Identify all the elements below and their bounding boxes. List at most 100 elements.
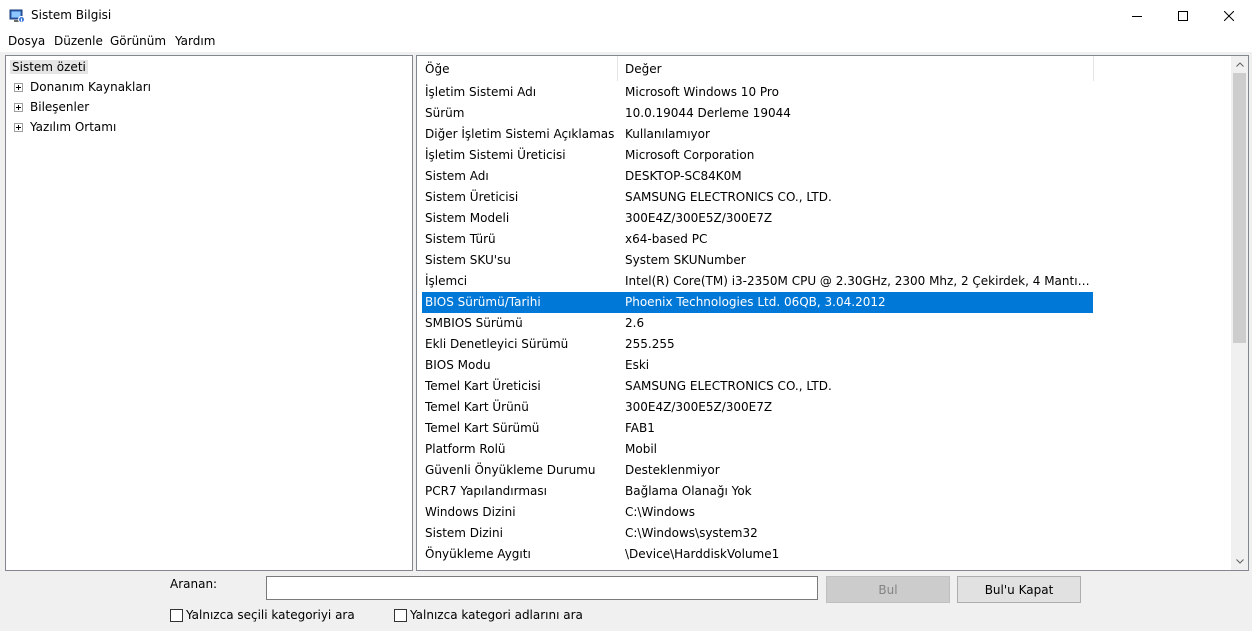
expand-icon[interactable] (14, 103, 23, 112)
row-value-cell: C:\Windows (625, 505, 696, 519)
table-row[interactable]: BIOS Modu Eski (417, 355, 1229, 376)
close-icon (1224, 10, 1234, 21)
row-item-cell: BIOS Modu (425, 358, 491, 372)
tree-item-label: Bileşenler (30, 100, 90, 114)
category-names-only-checkbox[interactable] (394, 609, 407, 622)
menu-file[interactable]: Dosya (8, 34, 45, 48)
menu-edit[interactable]: Düzenle (54, 34, 103, 48)
minimize-button[interactable] (1114, 0, 1160, 31)
search-input[interactable] (266, 576, 818, 600)
selected-category-only-checkbox[interactable] (170, 609, 183, 622)
table-row[interactable]: İşletim Sistemi Adı Microsoft Windows 10 … (417, 82, 1229, 103)
row-item-cell: Sistem Türü (425, 232, 496, 246)
vertical-scrollbar[interactable] (1231, 56, 1248, 570)
selected-category-only-label[interactable]: Yalnızca seçili kategoriyi ara (186, 608, 355, 622)
row-value-cell: Microsoft Corporation (625, 148, 755, 162)
row-value-cell: FAB1 (625, 421, 655, 435)
table-row[interactable]: Temel Kart Ürünü 300E4Z/300E5Z/300E7Z (417, 397, 1229, 418)
table-row[interactable]: Sürüm 10.0.19044 Derleme 19044 (417, 103, 1229, 124)
table-row[interactable]: Windows Dizini C:\Windows (417, 502, 1229, 523)
row-item-cell: Windows Dizini (425, 505, 516, 519)
row-item-cell: Sistem Dizini (425, 526, 503, 540)
menu-view[interactable]: Görünüm (110, 34, 166, 48)
row-value-cell: Eski (625, 358, 650, 372)
row-value-cell: Microsoft Windows 10 Pro (625, 85, 779, 99)
table-row[interactable]: Sistem Üreticisi SAMSUNG ELECTRONICS CO.,… (417, 187, 1229, 208)
row-value-cell: 300E4Z/300E5Z/300E7Z (625, 400, 773, 414)
tree-item-label: Donanım Kaynakları (30, 80, 151, 94)
row-value-cell: SAMSUNG ELECTRONICS CO., LTD. (625, 190, 832, 204)
row-item-cell: Platform Rolü (425, 442, 506, 456)
row-item-cell: BIOS Sürümü/Tarihi (425, 295, 541, 309)
row-value-cell: Bağlama Olanağı Yok (625, 484, 752, 498)
row-value-cell: Mobil (625, 442, 657, 456)
details-list[interactable]: Öğe Değer İşletim Sistemi Adı Microsoft W… (416, 55, 1249, 571)
row-item-cell: Temel Kart Sürümü (425, 421, 540, 435)
scroll-up-button[interactable] (1231, 56, 1248, 73)
expand-icon[interactable] (14, 83, 23, 92)
table-row[interactable]: Diğer İşletim Sistemi Açıklaması Kullanıl… (417, 124, 1229, 145)
row-value-cell: Kullanılamıyor (625, 127, 710, 141)
tree-item-system-summary[interactable]: Sistem özeti (10, 57, 88, 77)
row-item-cell: PCR7 Yapılandırması (425, 484, 547, 498)
scroll-down-button[interactable] (1231, 553, 1248, 570)
row-item-cell: Sistem Adı (425, 169, 489, 183)
table-row[interactable]: Temel Kart Sürümü FAB1 (417, 418, 1229, 439)
search-label: Aranan: (170, 577, 218, 591)
table-row[interactable]: BIOS Sürümü/Tarihi Phoenix Technologies L… (417, 292, 1229, 313)
table-row[interactable]: SMBIOS Sürümü 2.6 (417, 313, 1229, 334)
column-separator[interactable] (617, 56, 618, 81)
column-header-value[interactable]: Değer (625, 56, 1091, 81)
table-row[interactable]: Ekli Denetleyici Sürümü 255.255 (417, 334, 1229, 355)
row-item-cell: Sistem Üreticisi (425, 190, 519, 204)
row-value-cell: \Device\HarddiskVolume1 (625, 547, 780, 561)
row-value-cell: C:\Windows\system32 (625, 526, 758, 540)
row-value-cell: 255.255 (625, 337, 675, 351)
category-tree[interactable]: Sistem özeti Donanım Kaynakları Bileşenl… (5, 55, 413, 571)
category-names-only-label[interactable]: Yalnızca kategori adlarını ara (410, 608, 583, 622)
expand-icon[interactable] (14, 123, 23, 132)
column-separator[interactable] (1093, 56, 1094, 81)
menu-help[interactable]: Yardım (175, 34, 215, 48)
table-row[interactable]: Temel Kart Üreticisi SAMSUNG ELECTRONICS … (417, 376, 1229, 397)
row-item-cell: Sistem SKU'su (425, 253, 511, 267)
window-title: Sistem Bilgisi (31, 8, 112, 22)
table-row[interactable]: Önyükleme Aygıtı \Device\HarddiskVolume1 (417, 544, 1229, 565)
table-row[interactable]: Güvenli Önyükleme Durumu Desteklenmiyor (417, 460, 1229, 481)
row-item-cell: Önyükleme Aygıtı (425, 547, 531, 561)
table-row[interactable]: Sistem Adı DESKTOP-SC84K0M (417, 166, 1229, 187)
row-value-cell: 300E4Z/300E5Z/300E7Z (625, 211, 773, 225)
row-value-cell: Phoenix Technologies Ltd. 06QB, 3.04.201… (625, 295, 886, 309)
row-value-cell: System SKUNumber (625, 253, 746, 267)
close-find-button[interactable]: Bul'u Kapat (957, 576, 1081, 603)
column-header-item[interactable]: Öğe (425, 56, 615, 81)
row-item-cell: Temel Kart Üreticisi (425, 379, 541, 393)
maximize-icon (1178, 10, 1188, 21)
table-row[interactable]: Sistem Modeli 300E4Z/300E5Z/300E7Z (417, 208, 1229, 229)
maximize-button[interactable] (1160, 0, 1206, 31)
system-info-icon (9, 9, 25, 23)
close-button[interactable] (1206, 0, 1252, 31)
table-row[interactable]: PCR7 Yapılandırması Bağlama Olanağı Yok (417, 481, 1229, 502)
table-row[interactable]: Sistem SKU'su System SKUNumber (417, 250, 1229, 271)
row-item-cell: Ekli Denetleyici Sürümü (425, 337, 569, 351)
row-value-cell: SAMSUNG ELECTRONICS CO., LTD. (625, 379, 832, 393)
table-row[interactable]: Sistem Dizini C:\Windows\system32 (417, 523, 1229, 544)
close-find-button-label: Bul'u Kapat (984, 582, 1054, 597)
table-row[interactable]: İşletim Sistemi Üreticisi Microsoft Corpo… (417, 145, 1229, 166)
scroll-thumb[interactable] (1233, 73, 1246, 343)
row-value-cell: DESKTOP-SC84K0M (625, 169, 742, 183)
row-item-cell: Sistem Modeli (425, 211, 510, 225)
row-item-cell: Sürüm (425, 106, 465, 120)
tree-item-label: Yazılım Ortamı (30, 120, 117, 134)
table-row[interactable]: İşlemci Intel(R) Core(TM) i3-2350M CPU @ … (417, 271, 1229, 292)
menu-bar: Dosya Düzenle Görünüm Yardım (0, 32, 1252, 52)
table-row[interactable]: Sistem Türü x64-based PC (417, 229, 1229, 250)
find-button[interactable]: Bul (826, 576, 950, 603)
row-item-cell: Temel Kart Ürünü (425, 400, 529, 414)
row-item-cell: İşletim Sistemi Adı (425, 85, 537, 99)
table-row[interactable]: Platform Rolü Mobil (417, 439, 1229, 460)
row-value-cell: Desteklenmiyor (625, 463, 720, 477)
minimize-icon (1132, 15, 1142, 17)
row-item-cell: Güvenli Önyükleme Durumu (425, 463, 596, 477)
